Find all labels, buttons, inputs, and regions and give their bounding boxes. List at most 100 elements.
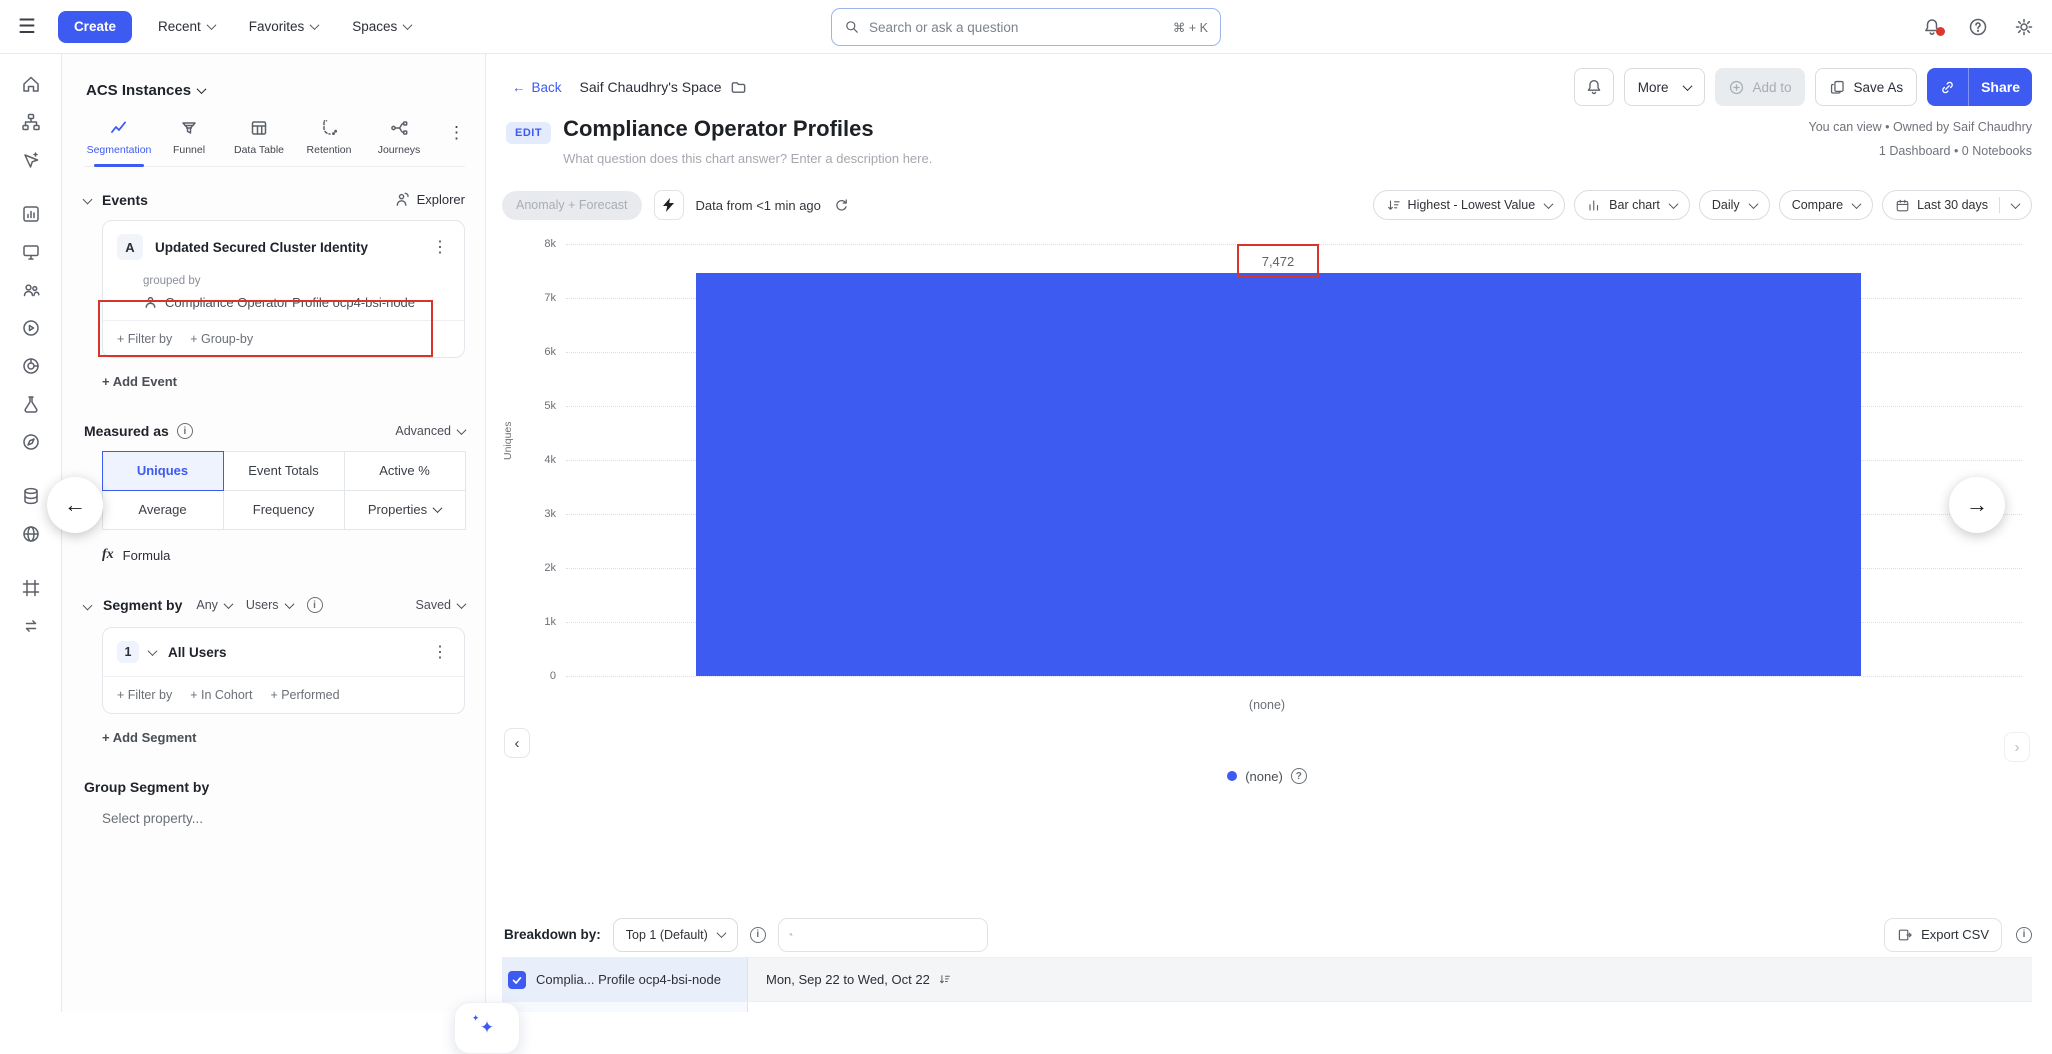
create-button[interactable]: Create [58,11,132,43]
grouped-by-property[interactable]: Compliance Operator Profile ocp4-bsi-nod… [143,295,450,310]
tab-data-table[interactable]: Data Table [224,113,294,166]
globe-icon[interactable] [21,524,41,544]
donut-chart-icon[interactable] [21,356,41,376]
legend-dot[interactable] [1227,771,1237,781]
play-circle-icon[interactable] [21,318,41,338]
back-button[interactable]: ←Back [512,80,562,95]
breakdown-col1-header[interactable]: Complia... Profile ocp4-bsi-node [536,972,721,987]
chevron-down-icon[interactable] [148,646,158,656]
monitor-icon[interactable] [21,242,41,262]
segment-any-dropdown[interactable]: Any [196,598,232,612]
share-button[interactable]: Share [1927,68,2032,106]
prev-chart-nav-button[interactable]: ← [47,477,103,533]
breakdown-top-dropdown[interactable]: Top 1 (Default) [613,918,738,952]
settings-button[interactable] [2014,17,2034,37]
interval-dropdown[interactable]: Daily [1699,190,1770,220]
sort-icon[interactable] [938,973,951,986]
anomaly-forecast-toggle[interactable]: Anomaly + Forecast [502,191,642,220]
chart-notifications-button[interactable] [1574,68,1614,106]
collapse-caret-icon[interactable] [83,195,93,205]
measure-active-pct[interactable]: Active % [344,451,466,491]
menu-recent[interactable]: Recent [158,19,215,34]
chart-next-page-button[interactable]: › [2004,732,2030,762]
tab-retention[interactable]: Retention [294,113,364,166]
select-property-button[interactable]: Select property... [102,811,465,826]
home-icon[interactable] [21,74,41,94]
next-chart-nav-button[interactable]: → [1949,477,2005,533]
tab-segmentation[interactable]: Segmentation [84,113,154,166]
compare-dropdown[interactable]: Compare [1779,190,1873,220]
refresh-button[interactable] [833,197,850,214]
explorer-button[interactable]: Explorer [394,191,465,208]
segment-saved-dropdown[interactable]: Saved [416,598,465,612]
tab-funnel[interactable]: Funnel [154,113,224,166]
global-search[interactable]: ⌘ + K [831,8,1221,46]
event-menu-button[interactable]: ⋮ [430,237,450,257]
frame-icon[interactable] [21,578,41,598]
realtime-button[interactable] [654,190,684,220]
info-icon[interactable]: i [2016,927,2032,943]
segment-filter-by-button[interactable]: + Filter by [117,688,172,702]
segment-performed-button[interactable]: + Performed [270,688,339,702]
save-as-button[interactable]: Save As [1815,68,1918,106]
help-icon[interactable]: ? [1291,768,1307,784]
measure-event-totals[interactable]: Event Totals [223,451,345,491]
event-name[interactable]: Updated Secured Cluster Identity [155,240,418,255]
measure-frequency[interactable]: Frequency [223,490,345,530]
page-title[interactable]: Compliance Operator Profiles [563,116,932,142]
flask-icon[interactable] [21,394,41,414]
tab-journeys[interactable]: Journeys [364,113,434,166]
segment-in-cohort-button[interactable]: + In Cohort [190,688,252,702]
export-csv-button[interactable]: Export CSV [1884,918,2002,952]
database-icon[interactable] [21,486,41,506]
description-placeholder[interactable]: What question does this chart answer? En… [563,151,932,166]
chart-type-dropdown[interactable]: Bar chart [1574,190,1690,220]
measure-properties[interactable]: Properties [344,490,466,530]
ai-assistant-button[interactable]: ✦ [454,1002,520,1054]
date-range-dropdown[interactable]: Last 30 days [1882,190,2032,220]
legend-label[interactable]: (none) [1245,769,1283,784]
menu-spaces[interactable]: Spaces [352,19,411,34]
info-icon[interactable]: i [307,597,323,613]
event-group-by-button[interactable]: + Group-by [190,332,253,346]
dataset-selector[interactable]: ACS Instances [86,82,465,99]
bar[interactable] [696,273,1861,676]
users-icon[interactable] [21,280,41,300]
segment-users-dropdown[interactable]: Users [246,598,293,612]
menu-favorites[interactable]: Favorites [249,19,319,34]
breakdown-date-range-header[interactable]: Mon, Sep 22 to Wed, Oct 22 [766,972,930,987]
breakdown-search[interactable] [778,918,988,952]
breakdown-search-input[interactable] [801,927,977,942]
measure-average[interactable]: Average [102,490,224,530]
breadcrumb-space[interactable]: Saif Chaudhry's Space [580,79,747,96]
chart-icon[interactable] [21,204,41,224]
compass-icon[interactable] [21,432,41,452]
help-button[interactable] [1968,17,1988,37]
measure-uniques[interactable]: Uniques [102,451,224,491]
segment-index-badge[interactable]: 1 [117,641,139,663]
select-all-checkbox[interactable] [508,971,526,989]
add-to-button[interactable]: Add to [1715,68,1805,106]
hamburger-menu-icon[interactable]: ☰ [18,14,36,39]
swap-icon[interactable] [21,616,41,636]
formula-button[interactable]: fx Formula [102,547,465,563]
info-icon[interactable]: i [177,423,193,439]
event-letter-badge[interactable]: A [117,234,143,260]
collapse-caret-icon[interactable] [83,600,93,610]
notifications-button[interactable] [1922,17,1942,37]
sitemap-icon[interactable] [21,112,41,132]
more-button[interactable]: More [1624,68,1705,106]
tabs-overflow-menu[interactable]: ⋮ [448,113,465,143]
segment-name[interactable]: All Users [168,645,418,660]
magic-cursor-icon[interactable] [21,150,41,170]
search-input[interactable] [869,20,1164,35]
info-icon[interactable]: i [750,927,766,943]
chart-prev-page-button[interactable]: ‹ [504,728,530,758]
add-segment-button[interactable]: + Add Segment [102,730,197,745]
event-filter-by-button[interactable]: + Filter by [117,332,172,346]
copy-link-button[interactable] [1927,68,1969,106]
add-event-button[interactable]: + Add Event [102,374,177,389]
segment-menu-button[interactable]: ⋮ [430,642,450,662]
sort-dropdown[interactable]: Highest - Lowest Value [1373,190,1566,220]
advanced-dropdown[interactable]: Advanced [395,424,465,438]
